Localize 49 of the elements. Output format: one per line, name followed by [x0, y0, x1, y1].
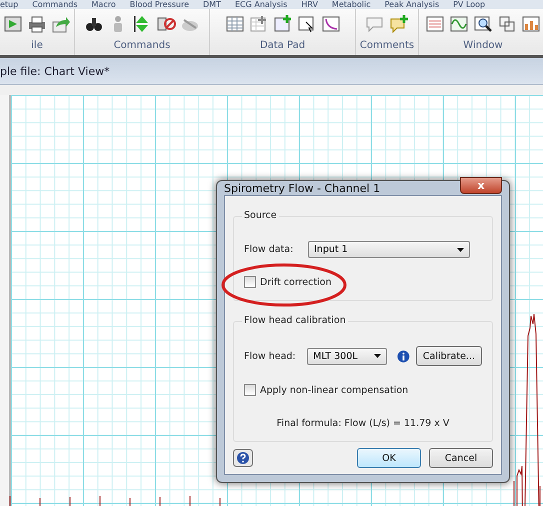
checkbox-label: Apply non-linear compensation [260, 384, 408, 396]
ribbon-group-label: Commands [114, 39, 170, 53]
menu-item[interactable]: HRV [301, 0, 318, 9]
dropdown-arrow-icon[interactable] [457, 248, 464, 252]
ribbon-group-label: Window [463, 39, 503, 53]
menu-item[interactable]: DMT [203, 0, 221, 9]
checkbox-label: Drift correction [260, 276, 332, 288]
bar-chart-icon[interactable] [521, 14, 541, 34]
menu-item[interactable]: ECG Analysis [234, 0, 288, 9]
menu-item[interactable]: etup [0, 0, 18, 9]
table-cursor-icon[interactable] [296, 14, 316, 34]
dialog-button[interactable]: Cancel [429, 448, 493, 468]
ribbon-group-label: Comments [360, 39, 414, 53]
group-legend: Flow head calibration [242, 315, 348, 326]
checkbox[interactable] [244, 276, 256, 288]
printer-icon[interactable] [27, 14, 47, 34]
menu-item[interactable]: Metabolic [332, 0, 371, 9]
menu-item[interactable]: Blood Pressure [130, 0, 190, 9]
formula-text: Final formula: Flow (L/s) = 11.79 x V [276, 418, 450, 429]
dialog-title: Spirometry Flow - Channel 1 [224, 182, 380, 194]
menu-item[interactable]: Commands [32, 0, 78, 9]
ribbon-group-label: Data Pad [260, 39, 306, 53]
curve-chart-icon[interactable] [320, 14, 340, 34]
menu-item[interactable]: Macro [92, 0, 116, 9]
checkbox[interactable] [244, 384, 256, 396]
table-plus-icon[interactable] [272, 14, 292, 34]
table-icon[interactable] [224, 14, 244, 34]
menu-item[interactable]: Peak Analysis [384, 0, 440, 9]
field-label: Flow head: [244, 350, 297, 362]
calibrate-button[interactable]: Calibrate... [416, 346, 482, 366]
field-label: Flow data: [244, 244, 294, 255]
wave-chart-icon[interactable] [449, 14, 469, 34]
info-icon[interactable] [397, 350, 410, 362]
table-add-icon[interactable] [248, 14, 268, 34]
overlap-icon[interactable] [497, 14, 517, 34]
flow-data-dropdown[interactable]: Input 1 [308, 241, 470, 258]
play-icon[interactable] [3, 14, 23, 34]
menu-item[interactable]: PV Loop [453, 0, 486, 9]
dropdown-arrow-icon[interactable] [374, 354, 382, 358]
close-button[interactable]: x [460, 176, 502, 194]
ribbon-group-label: ile [31, 39, 43, 53]
comment-add-icon[interactable] [389, 14, 409, 34]
zoom-icon[interactable] [473, 14, 493, 34]
help-icon[interactable] [233, 449, 253, 467]
dialog-button[interactable]: OK [357, 448, 421, 468]
document-tab[interactable]: ple file: Chart View* [0, 64, 110, 78]
lines-chart-icon[interactable] [425, 14, 445, 34]
group-legend: Source [242, 210, 279, 221]
flow-head-dropdown[interactable]: MLT 300L [307, 348, 388, 364]
